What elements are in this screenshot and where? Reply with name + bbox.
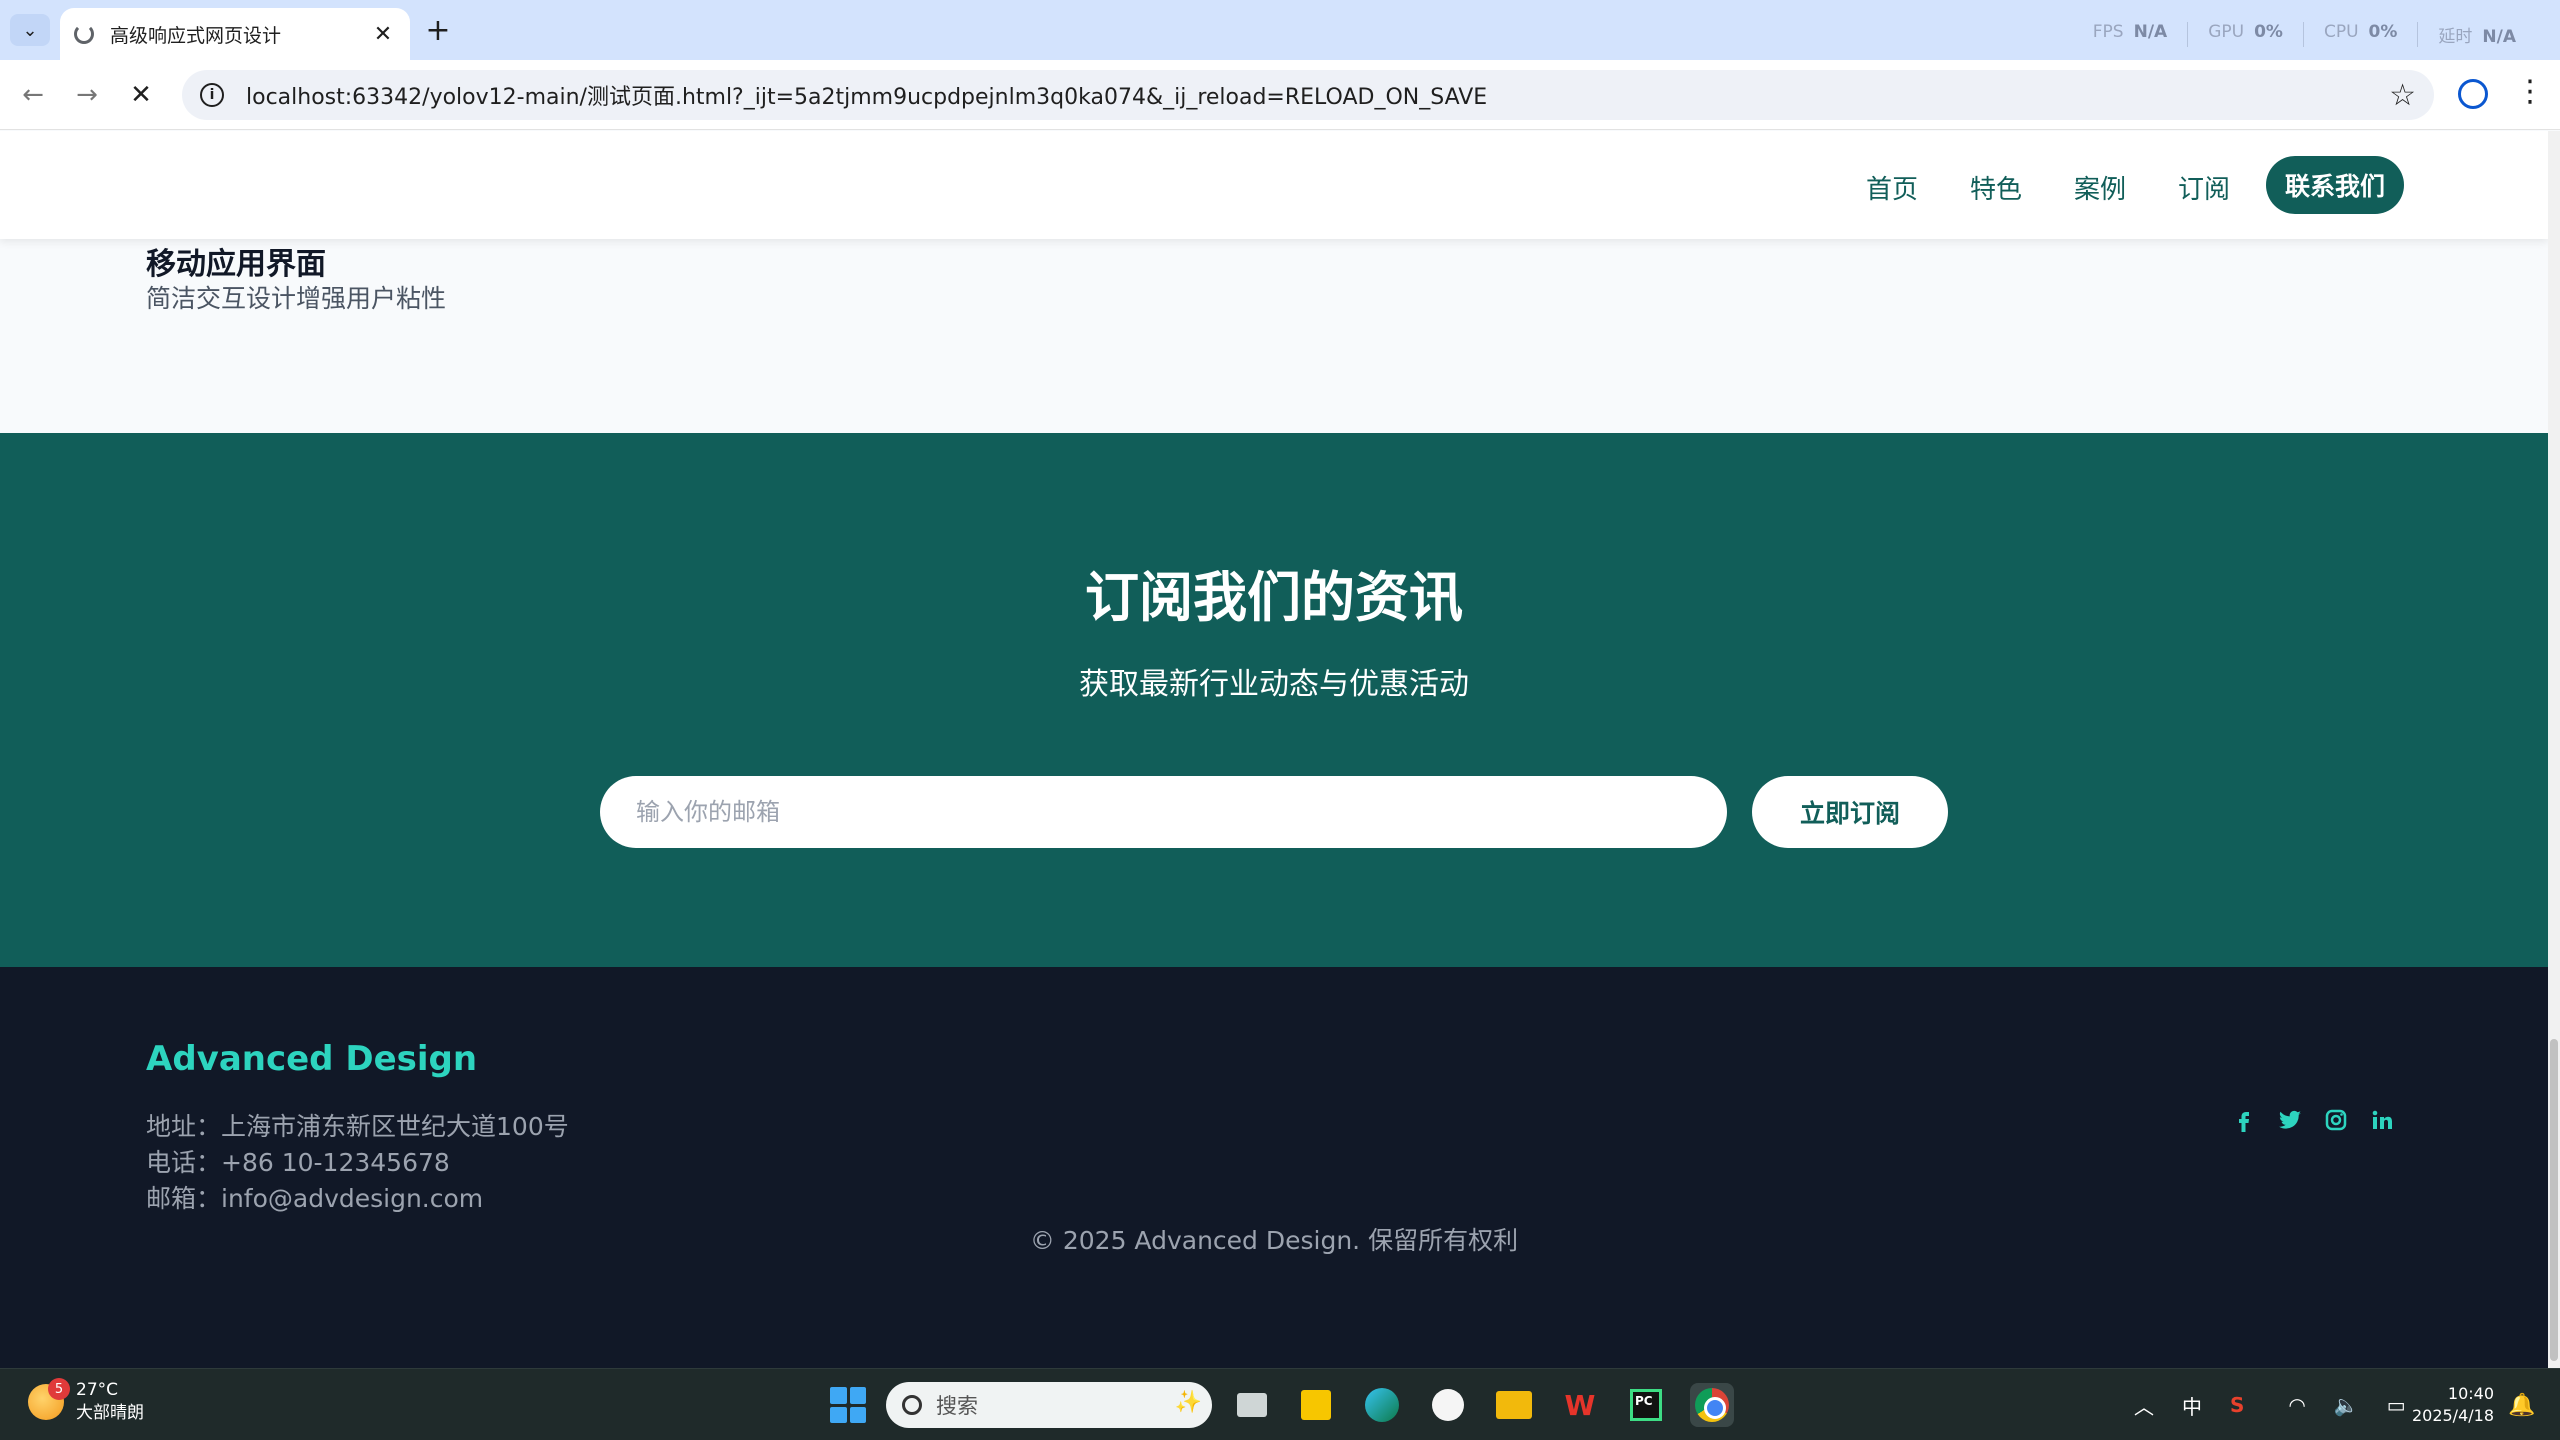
perf-gpu: GPU 0%: [2188, 22, 2304, 47]
tab-close-icon[interactable]: ✕: [370, 22, 396, 47]
url-text[interactable]: localhost:63342/yolov12-main/测试页面.html?_…: [246, 79, 1487, 111]
file-explorer-icon[interactable]: [1492, 1383, 1536, 1427]
weather-condition: 大部晴朗: [76, 1403, 144, 1423]
copyright-text: © 2025 Advanced Design. 保留所有权利: [1029, 1226, 1519, 1255]
perf-cpu: CPU 0%: [2304, 22, 2419, 47]
system-tray: ︿ 中 S ◠ 🔈 ▭: [2120, 1369, 2420, 1440]
nav-home[interactable]: 首页: [1866, 169, 1918, 206]
clock-date: 2025/4/18: [2411, 1406, 2494, 1425]
task-view-icon[interactable]: [1230, 1383, 1274, 1427]
bookmark-star-icon[interactable]: ☆: [2389, 78, 2416, 113]
footer-phone: 电话：+86 10-12345678: [146, 1148, 450, 1177]
back-arrow-icon[interactable]: ←: [14, 76, 52, 114]
instagram-icon[interactable]: [2324, 1107, 2348, 1133]
nav-cases[interactable]: 案例: [2074, 169, 2126, 206]
taskbar-clock[interactable]: 10:40 2025/4/18: [2398, 1383, 2494, 1427]
nav-subscribe[interactable]: 订阅: [2178, 169, 2230, 206]
perf-latency: 延时 N/A: [2438, 27, 2516, 47]
nav-features[interactable]: 特色: [1970, 169, 2022, 206]
search-highlight-icon: ✨: [1174, 1390, 1202, 1415]
twitter-icon[interactable]: [2278, 1107, 2302, 1133]
browser-toolbar: ← → ✕ i localhost:63342/yolov12-main/测试页…: [0, 60, 2560, 130]
subscribe-title: 订阅我们的资讯: [1085, 566, 1463, 629]
chevron-down-icon: ⌄: [22, 19, 38, 41]
site-info-icon[interactable]: i: [200, 83, 224, 107]
footer-address: 地址：上海市浦东新区世纪大道100号: [146, 1112, 569, 1141]
browser-tab-bar: ⌄ 高级响应式网页设计 ✕ + FPS N/A GPU 0% CPU 0% 延时 N/A: [0, 0, 2560, 60]
more-menu-icon[interactable]: ⋮: [2515, 74, 2545, 109]
show-hidden-icons-icon[interactable]: ︿: [2134, 1391, 2154, 1420]
subscribe-section: 订阅我们的资讯 获取最新行业动态与优惠活动 立即订阅: [0, 433, 2548, 967]
perf-fps: FPS N/A: [2073, 22, 2189, 47]
taskbar-search-label: 搜索: [936, 1394, 978, 1418]
sticky-notes-icon[interactable]: [1294, 1383, 1338, 1427]
weather-widget[interactable]: 5 27°C 大部晴朗: [28, 1378, 144, 1425]
weather-sun-icon: 5: [28, 1378, 70, 1420]
case-description: 简洁交互设计增强用户粘性: [146, 284, 447, 313]
tab-search-dropdown-button[interactable]: ⌄: [10, 14, 50, 46]
forward-arrow-icon[interactable]: →: [68, 76, 106, 114]
weather-badge: 5: [48, 1378, 70, 1400]
loading-spinner-icon: [74, 24, 94, 44]
subscribe-description: 获取最新行业动态与优惠活动: [1079, 667, 1469, 702]
stop-loading-icon[interactable]: ✕: [122, 76, 160, 114]
taskbar-search-box[interactable]: 搜索 ✨: [886, 1382, 1212, 1428]
subscribe-button[interactable]: 立即订阅: [1752, 776, 1948, 848]
weather-temperature: 27°C: [76, 1380, 119, 1400]
case-title: 移动应用界面: [146, 247, 326, 282]
footer-email: 邮箱：info@advdesign.com: [146, 1184, 484, 1213]
contact-button[interactable]: 联系我们: [2266, 156, 2404, 214]
performance-overlay: FPS N/A GPU 0% CPU 0% 延时 N/A: [2073, 22, 2536, 47]
wps-office-icon[interactable]: W: [1558, 1383, 1602, 1427]
windows-start-icon[interactable]: [830, 1387, 866, 1423]
page-viewport: 首页 特色 案例 订阅 联系我们 移动应用界面 简洁交互设计增强用户粘性 订阅我…: [0, 131, 2548, 1368]
edge-browser-icon[interactable]: [1360, 1383, 1404, 1427]
new-tab-button[interactable]: +: [420, 12, 456, 48]
site-header: 首页 特色 案例 订阅 联系我们: [0, 131, 2548, 239]
profile-icon[interactable]: [2458, 79, 2488, 109]
pycharm-icon[interactable]: PC: [1624, 1383, 1668, 1427]
wifi-icon[interactable]: ◠: [2288, 1393, 2305, 1417]
tab-title: 高级响应式网页设计: [110, 24, 282, 47]
clock-time: 10:40: [2447, 1384, 2494, 1403]
ime-indicator[interactable]: 中: [2182, 1391, 2202, 1420]
email-input[interactable]: [600, 776, 1727, 848]
sogou-input-icon[interactable]: S: [2230, 1393, 2244, 1417]
scrollbar-thumb[interactable]: [2550, 1039, 2558, 1361]
chrome-taskbar-icon[interactable]: [1690, 1383, 1734, 1427]
page-scrollbar[interactable]: [2548, 131, 2560, 1368]
address-bar[interactable]: i localhost:63342/yolov12-main/测试页面.html…: [182, 70, 2434, 120]
linkedin-icon[interactable]: [2370, 1107, 2394, 1133]
footer-brand: Advanced Design: [146, 1039, 478, 1079]
github-desktop-icon[interactable]: [1426, 1383, 1470, 1427]
browser-tab-active[interactable]: 高级响应式网页设计 ✕: [60, 8, 410, 60]
windows-taskbar: 5 27°C 大部晴朗 搜索 ✨ W PC ︿ 中 S ◠ 🔈 ▭ 10:40 …: [0, 1368, 2560, 1440]
speaker-icon[interactable]: 🔈: [2334, 1393, 2359, 1417]
notification-bell-icon[interactable]: 🔔: [2508, 1393, 2535, 1418]
site-footer: Advanced Design 地址：上海市浦东新区世纪大道100号 电话：+8…: [0, 967, 2548, 1368]
search-icon: [902, 1395, 922, 1415]
social-links: [2232, 1107, 2394, 1133]
facebook-icon[interactable]: [2232, 1107, 2256, 1133]
